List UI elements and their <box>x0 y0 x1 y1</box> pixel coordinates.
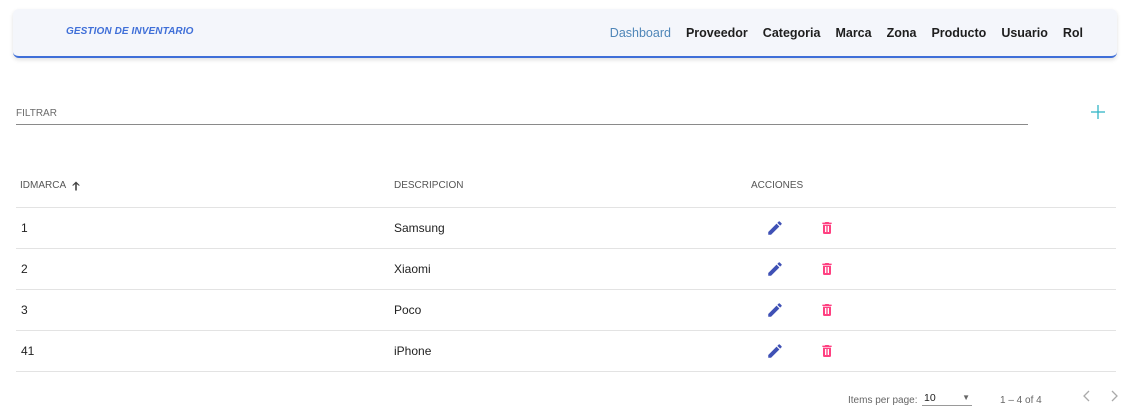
chevron-left-icon <box>1083 390 1090 402</box>
page-size-value: 10 <box>924 391 936 404</box>
nav-zona[interactable]: Zona <box>887 26 917 40</box>
col-header-label: IDMARCA <box>20 180 67 191</box>
nav-producto[interactable]: Producto <box>931 26 986 40</box>
delete-icon[interactable] <box>819 301 835 319</box>
cell-descripcion: iPhone <box>394 344 432 358</box>
cell-id: 1 <box>21 221 28 235</box>
top-toolbar: GESTION DE INVENTARIO Dashboard Proveedo… <box>13 9 1117 58</box>
cell-actions <box>751 301 1116 319</box>
prev-page-button[interactable] <box>1080 390 1094 404</box>
nav-usuario[interactable]: Usuario <box>1001 26 1048 40</box>
marca-table: IDMARCA DESCRIPCION ACCIONES 1 Samsung 2… <box>16 164 1116 372</box>
edit-icon[interactable] <box>766 260 784 278</box>
col-header-idmarca[interactable]: IDMARCA <box>16 180 394 191</box>
delete-icon[interactable] <box>819 219 835 237</box>
nav-proveedor[interactable]: Proveedor <box>686 26 748 40</box>
chevron-right-icon <box>1111 390 1118 402</box>
add-button[interactable] <box>1087 101 1109 123</box>
chevron-down-icon: ▼ <box>962 393 970 402</box>
cell-descripcion: Poco <box>394 303 422 317</box>
paginator-items-label: Items per page: <box>848 394 918 406</box>
arrow-up-icon <box>72 181 81 190</box>
cell-actions <box>751 342 1116 360</box>
main-nav: Dashboard Proveedor Categoria Marca Zona… <box>595 9 1117 56</box>
next-page-button[interactable] <box>1107 390 1121 404</box>
delete-icon[interactable] <box>819 260 835 278</box>
col-header-acciones: ACCIONES <box>751 180 804 191</box>
cell-descripcion: Samsung <box>394 221 445 235</box>
table-header-row: IDMARCA DESCRIPCION ACCIONES <box>16 164 1116 208</box>
cell-id: 3 <box>21 303 28 317</box>
paginator-range: 1 – 4 of 4 <box>1000 394 1042 406</box>
edit-icon[interactable] <box>766 301 784 319</box>
cell-descripcion: Xiaomi <box>394 262 431 276</box>
cell-actions <box>751 219 1116 237</box>
table-row: 2 Xiaomi <box>16 249 1116 290</box>
table-row: 3 Poco <box>16 290 1116 331</box>
plus-icon <box>1091 105 1105 119</box>
page-size-select[interactable]: 10 ▼ <box>922 390 972 406</box>
cell-id: 41 <box>21 344 35 358</box>
nav-categoria[interactable]: Categoria <box>763 26 821 40</box>
cell-id: 2 <box>21 262 28 276</box>
delete-icon[interactable] <box>819 342 835 360</box>
nav-marca[interactable]: Marca <box>835 26 871 40</box>
cell-actions <box>751 260 1116 278</box>
filter-field <box>16 103 1028 125</box>
table-row: 41 iPhone <box>16 331 1116 372</box>
nav-dashboard[interactable]: Dashboard <box>610 26 671 40</box>
col-header-descripcion[interactable]: DESCRIPCION <box>394 180 751 191</box>
filter-input[interactable] <box>16 103 1028 124</box>
nav-rol[interactable]: Rol <box>1063 26 1083 40</box>
app-brand[interactable]: GESTION DE INVENTARIO <box>66 26 193 37</box>
edit-icon[interactable] <box>766 219 784 237</box>
edit-icon[interactable] <box>766 342 784 360</box>
table-row: 1 Samsung <box>16 208 1116 249</box>
